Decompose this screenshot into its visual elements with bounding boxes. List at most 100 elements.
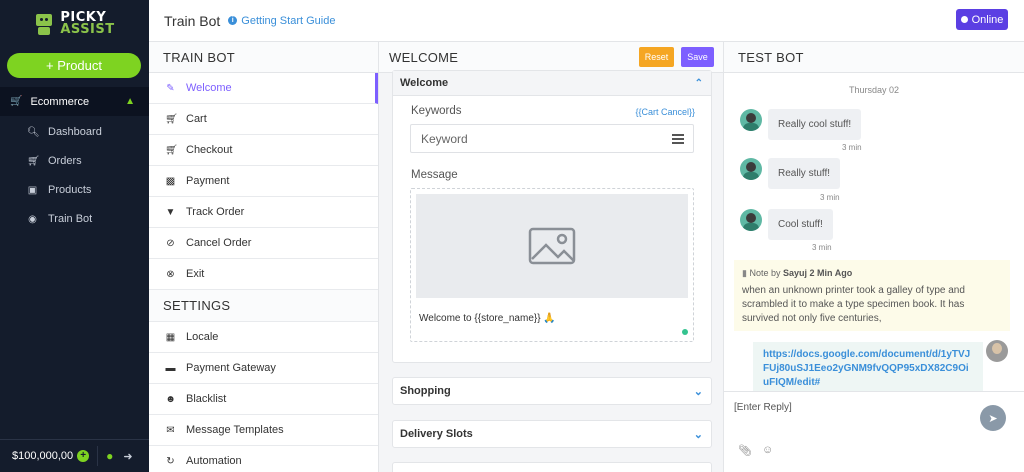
chevron-up-icon: ⌃	[694, 77, 703, 89]
message-editor[interactable]: Welcome to {{store_name}} 🙏	[410, 188, 694, 342]
add-product-button[interactable]: + Product	[7, 53, 141, 78]
image-upload-area[interactable]	[416, 194, 688, 298]
bot-avatar	[740, 109, 762, 131]
menu-item-cancel-order[interactable]: ⊘ Cancel Order	[149, 228, 378, 259]
sidebar-item-dashboard[interactable]: 🔍︎ Dashboard	[0, 121, 149, 143]
menu-item-welcome[interactable]: ✎ Welcome	[149, 73, 378, 104]
getting-start-guide-link[interactable]: Getting Start Guide	[241, 15, 335, 27]
map-icon: ▦	[165, 331, 176, 343]
menu-item-label: Cancel Order	[186, 237, 252, 249]
refresh-icon: ↻	[166, 455, 175, 467]
wallet-balance: $100,000,00	[12, 450, 74, 462]
list-icon[interactable]	[672, 134, 684, 144]
menu-item-automation[interactable]: ↻ Automation	[149, 446, 378, 472]
brand-name-line2: ASSIST	[60, 22, 115, 37]
menu-item-track-order[interactable]: ▼ Track Order	[149, 197, 378, 228]
sidebar-item-train-bot[interactable]: ◉ Train Bot	[0, 208, 149, 230]
menu-item-label: Payment	[186, 175, 230, 187]
train-bot-panel: TRAIN BOT ✎ Welcome 🛒︎ Cart 🛒︎ Checkout …	[149, 42, 379, 472]
send-icon[interactable]: ➤	[980, 405, 1006, 431]
note-time: 2 Min Ago	[809, 268, 853, 278]
robot-logo-icon	[34, 12, 54, 36]
briefcase-icon: ▣	[27, 184, 38, 196]
add-funds-icon[interactable]: +	[77, 450, 90, 462]
menu-item-checkout[interactable]: 🛒︎ Checkout	[149, 135, 378, 166]
sidebar-item-label: Dashboard	[48, 126, 102, 138]
sidebar-item-products[interactable]: ▣ Products	[0, 179, 149, 201]
page-title: Train Bot	[164, 12, 221, 29]
menu-item-message-templates[interactable]: ✉ Message Templates	[149, 415, 378, 446]
menu-item-blacklist[interactable]: ☻ Blacklist	[149, 384, 378, 415]
sidebar-section-label: Ecommerce	[30, 95, 90, 108]
keyword-input[interactable]: Keyword	[410, 124, 694, 153]
map-marker-icon: ▼	[165, 206, 176, 218]
menu-item-label: Payment Gateway	[186, 362, 276, 374]
keywords-variable-link[interactable]: {{Cart Cancel}}	[635, 107, 695, 117]
comments-icon: ✉	[166, 424, 175, 436]
info-icon: i	[228, 16, 238, 25]
sidebar-item-label: Orders	[48, 155, 82, 167]
sidebar-section-ecommerce[interactable]: 🛒 Ecommerce ▲	[0, 87, 149, 116]
welcome-card-header[interactable]: Welcome ⌃	[393, 71, 711, 96]
menu-item-label: Checkout	[186, 144, 233, 156]
android-icon: ◉	[28, 213, 37, 225]
top-bar: Train Bot i Getting Start Guide Online	[149, 0, 1024, 42]
edit-icon: ✎	[166, 82, 175, 94]
test-bot-heading: TEST BOT	[724, 42, 1024, 73]
logo: PICKY ASSIST	[0, 0, 149, 48]
menu-item-label: Message Templates	[186, 424, 284, 436]
menu-item-payment-gateway[interactable]: ▬ Payment Gateway	[149, 353, 378, 384]
chevron-up-icon: ▲	[125, 96, 135, 107]
sidebar: PICKY ASSIST + Product 🛒 Ecommerce ▲ 🔍︎ …	[0, 0, 149, 472]
cart-icon: 🛒︎	[165, 113, 178, 125]
section-delivery-slots[interactable]: Delivery Slots ⌄	[392, 420, 712, 448]
online-status-button[interactable]: Online	[956, 9, 1008, 30]
user-icon[interactable]: ●	[106, 449, 113, 463]
chat-day-label: Thursday 02	[848, 85, 900, 95]
menu-item-exit[interactable]: ⊗ Exit	[149, 259, 378, 290]
message-time: 3 min	[812, 243, 832, 252]
link-message[interactable]: https://docs.google.com/document/d/1yTVJ…	[753, 342, 983, 392]
sidebar-item-label: Products	[48, 184, 92, 196]
menu-item-locale[interactable]: ▦ Locale	[149, 322, 378, 353]
internal-note: ▮ Note by Sayuj 2 Min Ago when an unknow…	[734, 260, 1010, 331]
chat-message: Cool stuff!	[740, 209, 833, 240]
credit-card-icon: ▬	[165, 362, 176, 374]
reply-area[interactable]: [Enter Reply] ➤ 📎︎ ☺	[724, 391, 1024, 472]
welcome-card-title: Welcome	[400, 77, 449, 89]
sidebar-item-label: Train Bot	[48, 213, 93, 225]
chat-message: Really cool stuff!	[740, 109, 862, 140]
message-label: Message	[411, 169, 458, 181]
chat-bubble: Really cool stuff!	[768, 109, 862, 140]
times-circle-icon: ⊗	[166, 268, 175, 280]
bot-avatar	[740, 158, 762, 180]
settings-heading: SETTINGS	[149, 290, 378, 322]
comment-icon: ▮	[742, 268, 747, 278]
money-icon: ▩	[165, 175, 176, 187]
welcome-message-text[interactable]: Welcome to {{store_name}} 🙏	[419, 313, 556, 324]
section-title: Delivery Slots	[400, 428, 473, 440]
chat-message: Really stuff!	[740, 158, 841, 189]
chevron-down-icon: ⌄	[693, 428, 703, 441]
menu-item-cart[interactable]: 🛒︎ Cart	[149, 104, 378, 135]
note-text: when an unknown printer took a galley of…	[742, 285, 965, 324]
cart-icon: 🛒	[10, 96, 23, 107]
sidebar-footer: $100,000,00 + ● ➜	[0, 439, 149, 472]
section-shopping[interactable]: Shopping ⌄	[392, 377, 712, 405]
note-author: Sayuj	[783, 268, 808, 278]
online-label: Online	[971, 13, 1004, 26]
message-time: 3 min	[820, 193, 840, 202]
reset-button[interactable]: Reset	[639, 47, 674, 67]
status-dot-icon	[682, 329, 688, 335]
save-button[interactable]: Save	[681, 47, 714, 67]
emoji-icon[interactable]: ☺	[762, 444, 773, 456]
menu-item-payment[interactable]: ▩ Payment	[149, 166, 378, 197]
section-collapsed-partial[interactable]	[392, 462, 712, 472]
ban-icon: ⊘	[166, 237, 175, 249]
logout-icon[interactable]: ➜	[123, 450, 132, 463]
sidebar-item-orders[interactable]: 🛒︎ Orders	[0, 150, 149, 172]
menu-item-label: Cart	[186, 113, 207, 125]
attachment-icon[interactable]: 📎︎	[738, 444, 752, 457]
status-dot-icon	[960, 16, 968, 23]
reply-input[interactable]: [Enter Reply]	[734, 402, 792, 413]
